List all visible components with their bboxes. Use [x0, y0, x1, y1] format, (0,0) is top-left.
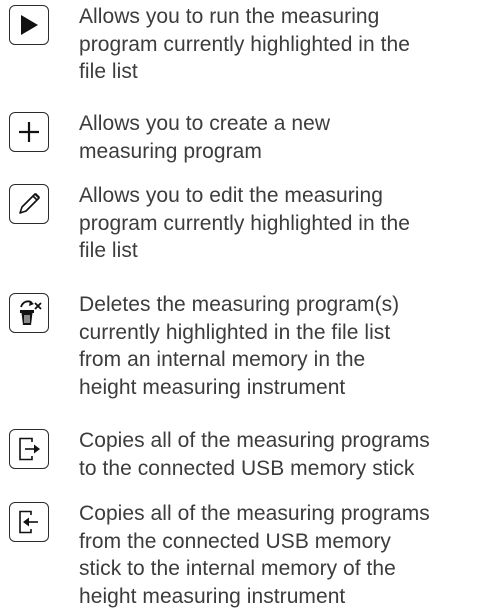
import-from-usb-button[interactable] [9, 502, 49, 542]
import-icon [19, 510, 38, 534]
new-program-description: Allows you to create a new measuring pro… [79, 112, 331, 163]
edit-program-button[interactable] [9, 184, 49, 224]
export-to-usb-button[interactable] [9, 429, 49, 469]
trash-icon [20, 300, 42, 325]
delete-program-button[interactable] [9, 293, 49, 333]
export-icon [19, 437, 40, 461]
new-program-button[interactable] [9, 112, 49, 152]
run-program-description: Allows you to run the measuring program … [79, 5, 410, 83]
help-page: { "functions": [ { "icon": "play-icon", … [0, 0, 482, 611]
plus-icon [19, 122, 39, 142]
export-to-usb-description: Copies all of the measuring programs to … [79, 429, 430, 480]
play-icon [21, 15, 38, 35]
delete-program-description: Deletes the measuring program(s) current… [79, 293, 400, 399]
import-from-usb-description: Copies all of the measuring programs fro… [79, 502, 430, 608]
run-program-button[interactable] [9, 5, 49, 45]
edit-program-description: Allows you to edit the measuring program… [79, 184, 410, 262]
pencil-icon [19, 193, 40, 214]
